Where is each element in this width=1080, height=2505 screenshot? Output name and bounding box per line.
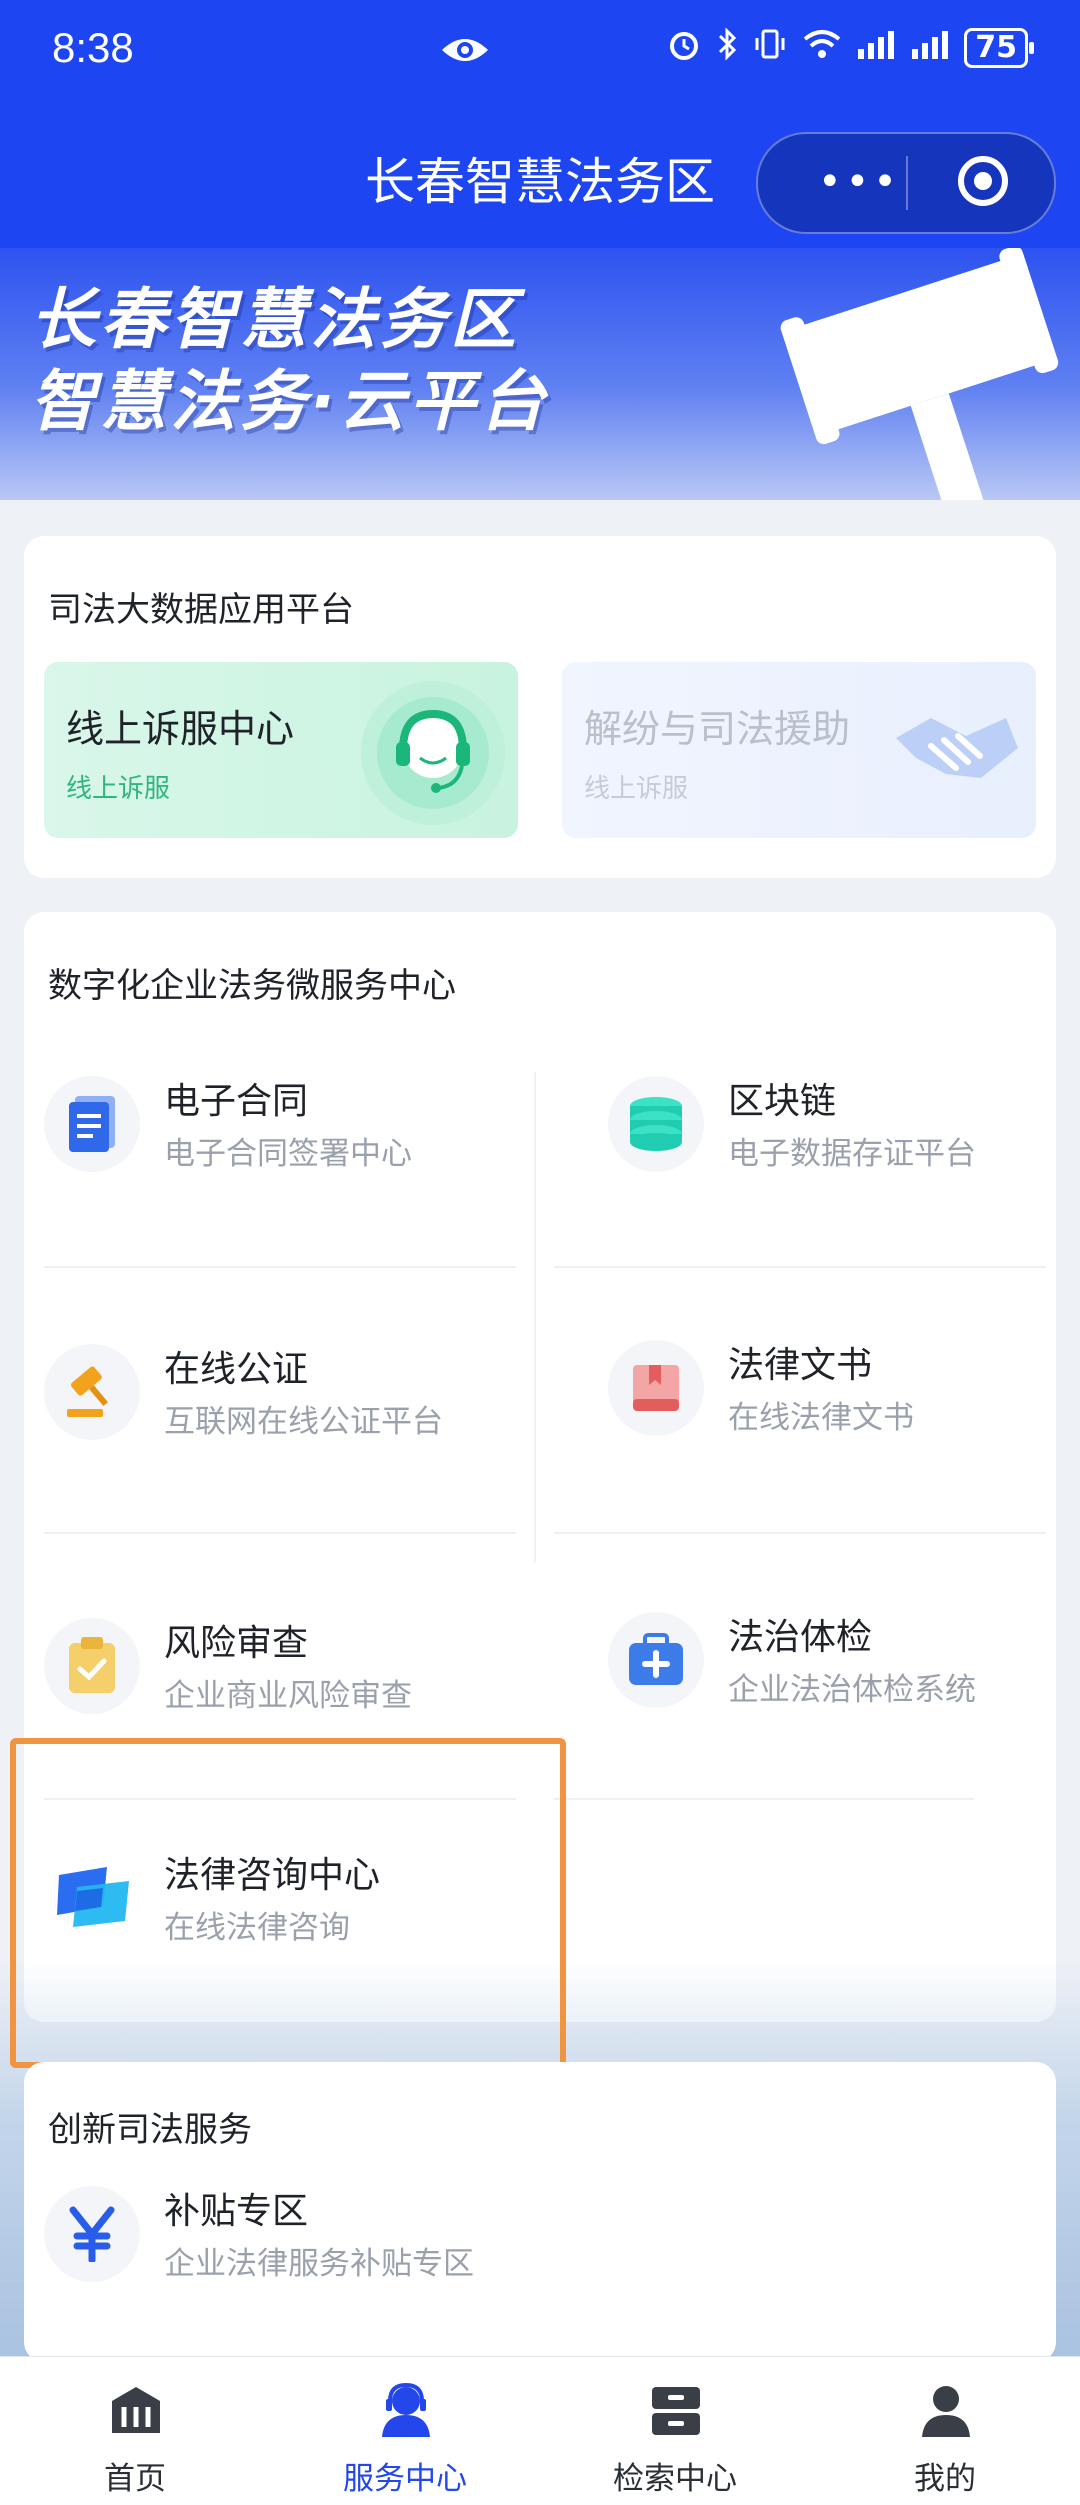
service-desc: 企业法律服务补贴专区 <box>164 2246 474 2282</box>
service-desc: 企业法治体检系统 <box>728 1672 976 1708</box>
grid-divider <box>554 1798 974 1800</box>
capsule-divider <box>906 156 908 210</box>
tile-title: 线上诉服中心 <box>66 707 295 751</box>
banner-subtitle: 智慧法务·云平台 <box>30 363 550 440</box>
service-desc: 企业商业风险审查 <box>164 1678 412 1714</box>
clipboard-check-icon <box>44 1618 140 1714</box>
service-name: 法律文书 <box>728 1345 873 1386</box>
document-icon <box>44 1076 140 1172</box>
service-e-contract[interactable]: 电子合同 电子合同签署中心 <box>44 1062 544 1212</box>
service-name: 区块链 <box>728 1081 837 1122</box>
tile-title: 解纷与司法援助 <box>584 707 851 751</box>
service-name: 电子合同 <box>164 1081 309 1122</box>
service-risk-review[interactable]: 风险审查 企业商业风险审查 <box>44 1604 544 1754</box>
tile-subtitle: 线上诉服 <box>66 774 171 804</box>
miniprogram-capsule: ••• <box>756 132 1056 234</box>
tab-label: 我的 <box>914 2461 976 2497</box>
close-target-button[interactable] <box>958 156 1008 206</box>
service-name: 补贴专区 <box>164 2191 309 2232</box>
grid-divider <box>44 1532 516 1534</box>
tab-service-center[interactable]: 服务中心 <box>270 2357 540 2505</box>
wifi-icon <box>802 27 842 69</box>
book-icon <box>608 1340 704 1436</box>
service-name: 法治体检 <box>728 1617 873 1658</box>
tab-search-center[interactable]: 检索中心 <box>540 2357 810 2505</box>
service-blockchain[interactable]: 区块链 电子数据存证平台 <box>608 1062 1056 1212</box>
top-bar: 8:38 75 长春智慧法务区 ••• <box>0 0 1080 248</box>
gavel-illustration-icon <box>780 248 1059 500</box>
battery-indicator: 75 <box>964 28 1034 68</box>
grid-divider <box>554 1532 1046 1534</box>
judicial-platform-card: 司法大数据应用平台 线上诉服中心 线上诉服 解纷与司法援助 线上诉服 <box>24 536 1056 878</box>
tab-mine[interactable]: 我的 <box>810 2357 1080 2505</box>
innovation-title: 创新司法服务 <box>48 2110 252 2150</box>
customer-service-icon <box>361 681 505 825</box>
enterprise-service-title: 数字化企业法务微服务中心 <box>48 966 456 1006</box>
judicial-platform-title: 司法大数据应用平台 <box>48 590 354 630</box>
service-desc: 互联网在线公证平台 <box>164 1404 443 1440</box>
gavel-icon <box>44 1344 140 1440</box>
service-name: 在线公证 <box>164 1349 309 1390</box>
grid-divider <box>44 1266 516 1268</box>
grid-divider <box>554 1266 1046 1268</box>
tab-label: 服务中心 <box>343 2461 467 2497</box>
person-service-icon <box>382 2383 430 2437</box>
dispute-aid-tile[interactable]: 解纷与司法援助 线上诉服 <box>562 662 1036 838</box>
bluetooth-icon <box>716 26 738 70</box>
signal-icon-2 <box>910 29 950 67</box>
tab-label: 检索中心 <box>613 2461 737 2497</box>
status-icons: 75 <box>666 26 1034 70</box>
alarm-icon <box>666 26 702 70</box>
cabinet-icon <box>652 2387 700 2435</box>
service-desc: 在线法律文书 <box>728 1400 914 1436</box>
online-litigation-tile[interactable]: 线上诉服中心 线上诉服 <box>44 662 518 838</box>
service-online-notary[interactable]: 在线公证 互联网在线公证平台 <box>44 1330 544 1480</box>
service-desc: 电子合同签署中心 <box>164 1136 412 1172</box>
yen-icon <box>44 2186 140 2282</box>
database-icon <box>608 1076 704 1172</box>
bottom-tab-bar: 首页 服务中心 检索中心 我的 <box>0 2356 1080 2505</box>
service-legal-checkup[interactable]: 法治体检 企业法治体检系统 <box>608 1598 1056 1748</box>
tab-home[interactable]: 首页 <box>0 2357 270 2505</box>
tile-subtitle: 线上诉服 <box>584 774 689 804</box>
innovation-card: 创新司法服务 补贴专区 企业法律服务补贴专区 <box>24 2062 1056 2362</box>
eye-icon <box>440 32 490 72</box>
service-subsidy[interactable]: 补贴专区 企业法律服务补贴专区 <box>44 2172 544 2322</box>
status-bar: 8:38 75 <box>0 0 1080 110</box>
service-name: 风险审查 <box>164 1623 309 1664</box>
tab-label: 首页 <box>104 2461 166 2497</box>
medical-kit-icon <box>608 1612 704 1708</box>
vibrate-icon <box>752 26 788 70</box>
service-legal-documents[interactable]: 法律文书 在线法律文书 <box>608 1326 1056 1476</box>
user-icon <box>922 2386 970 2437</box>
handshake-icon <box>896 718 1018 778</box>
status-time: 8:38 <box>52 24 134 71</box>
home-pillars-icon <box>112 2387 160 2433</box>
service-desc: 电子数据存证平台 <box>728 1136 976 1172</box>
more-button[interactable]: ••• <box>818 162 901 202</box>
hero-banner: 长春智慧法务区 智慧法务·云平台 <box>0 248 1080 500</box>
signal-icon-1 <box>856 29 896 67</box>
highlight-box <box>10 1738 566 2068</box>
